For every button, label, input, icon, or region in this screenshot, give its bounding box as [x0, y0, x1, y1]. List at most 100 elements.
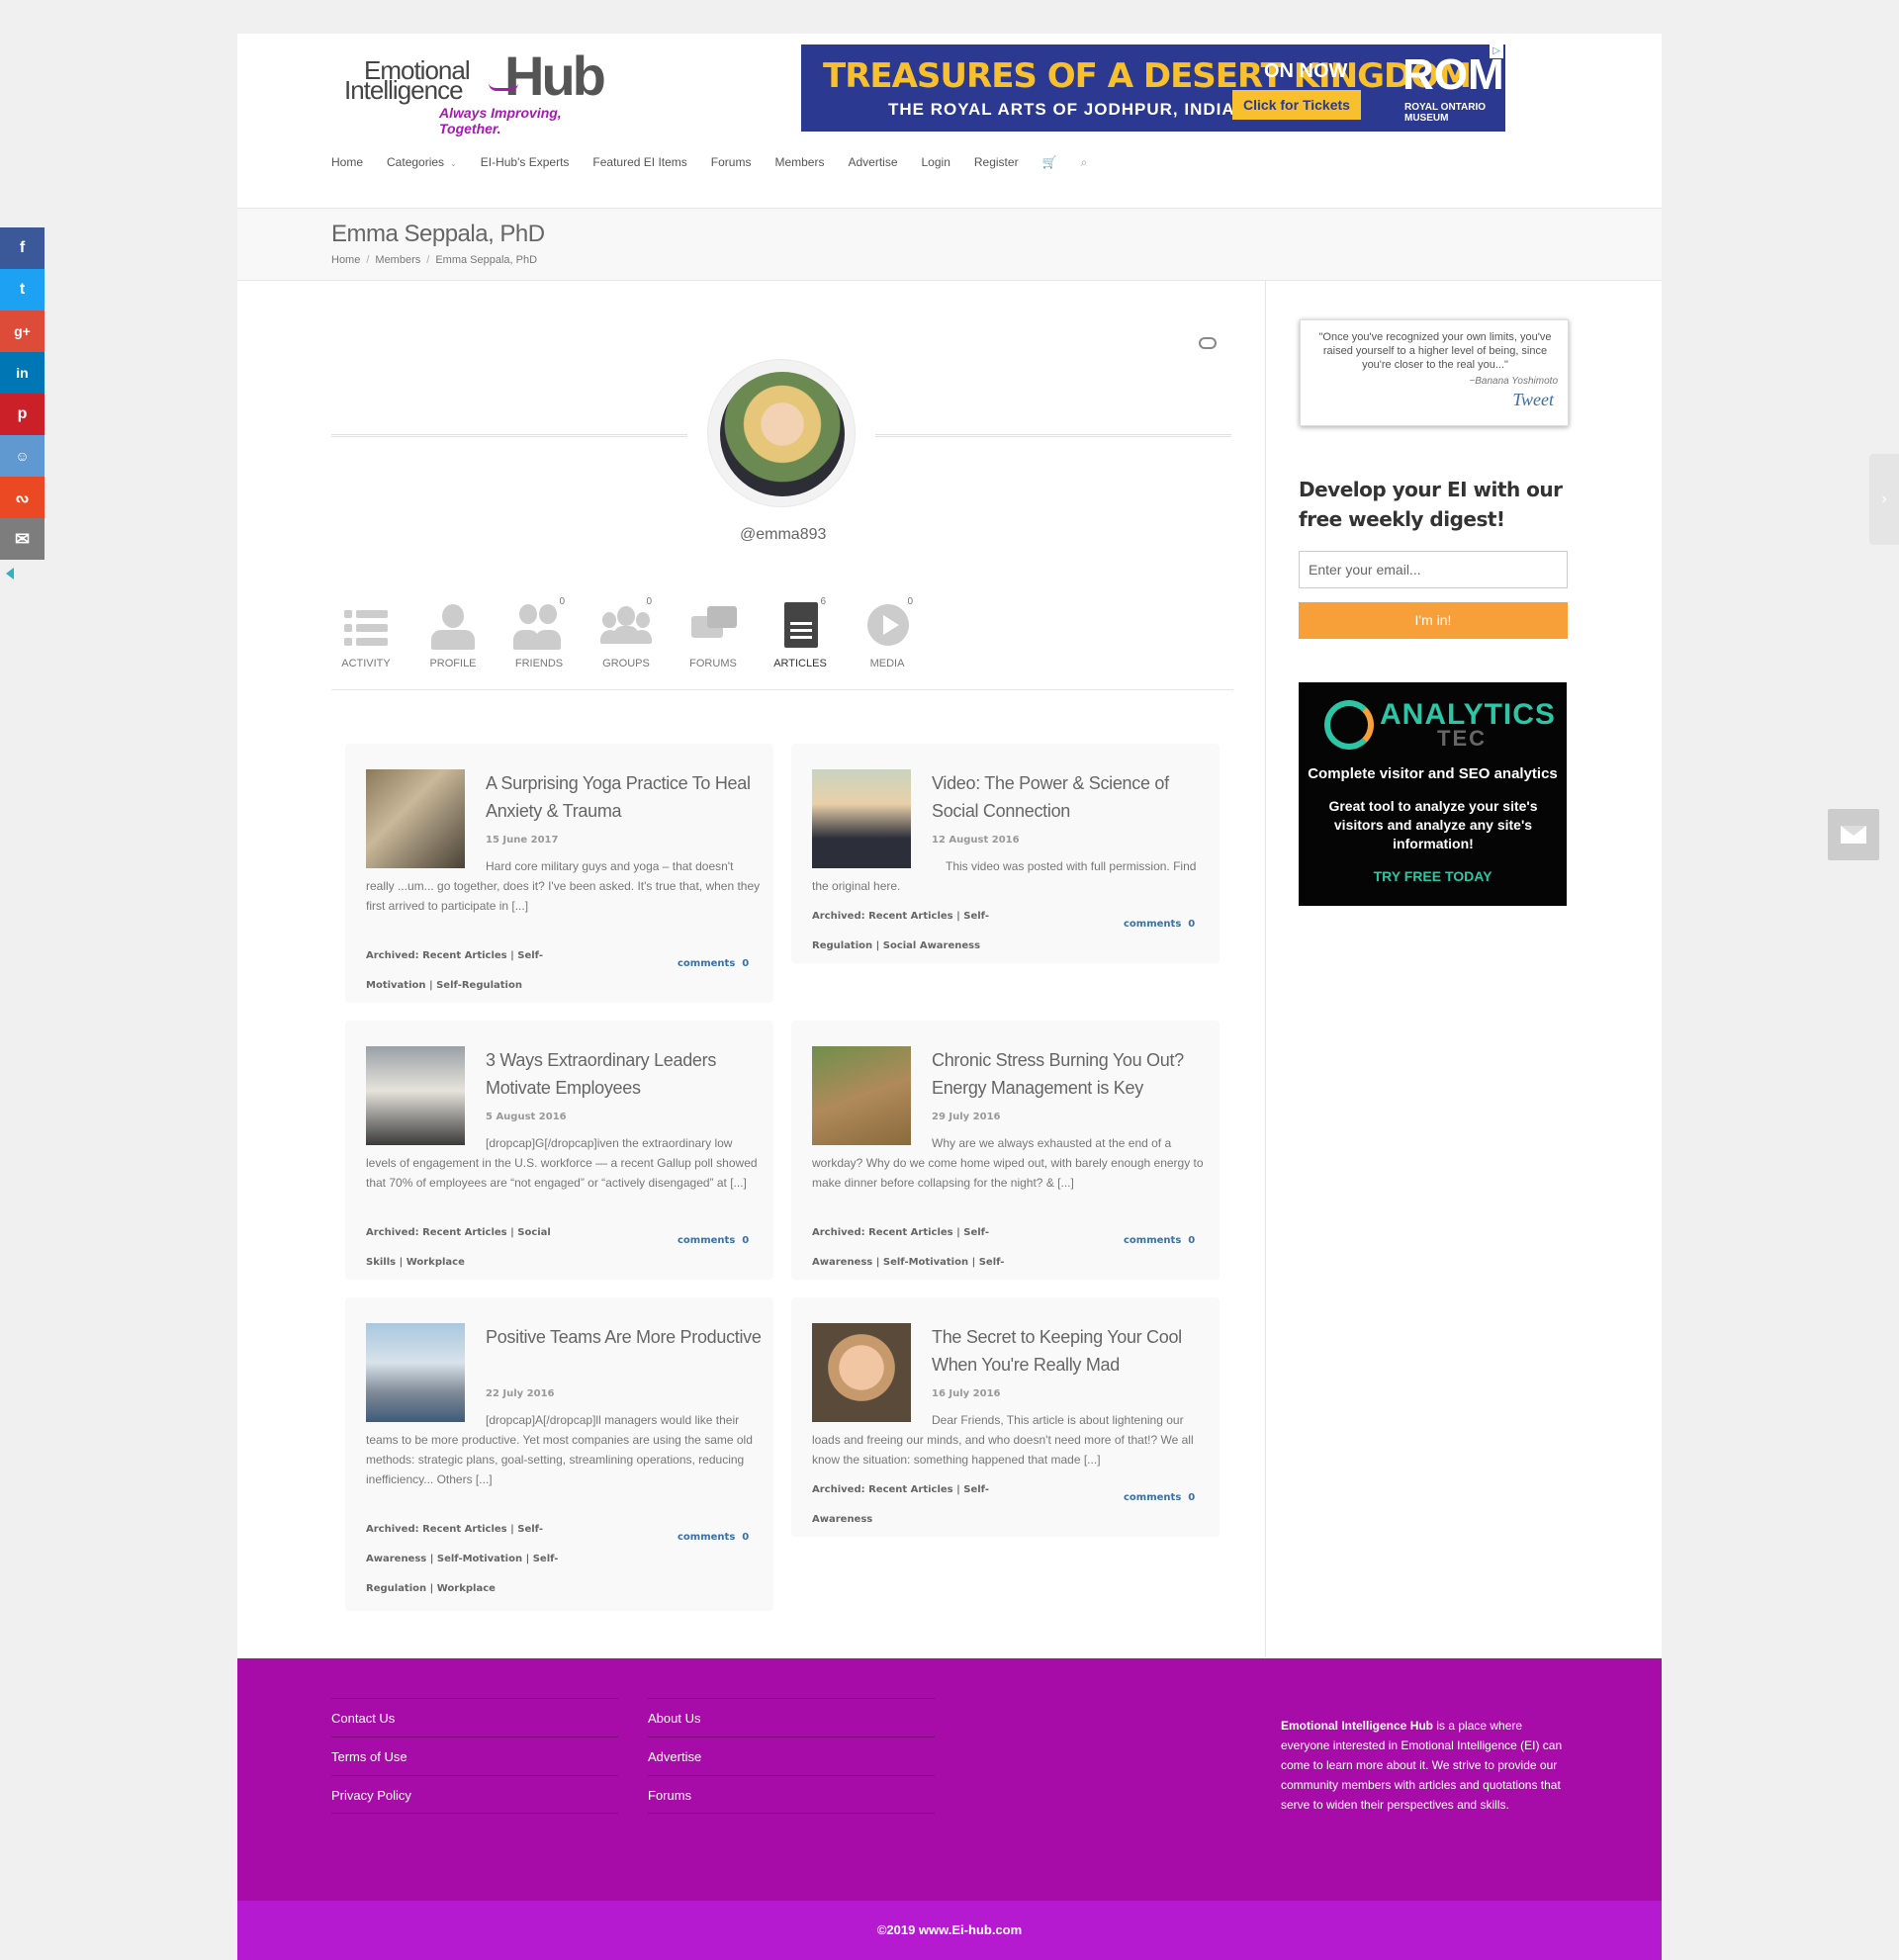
title-bar: Emma Seppala, PhD Home / Members / Emma Sepp… [237, 208, 1662, 281]
footer-link-terms[interactable]: Terms of Use [331, 1737, 618, 1775]
logo-line2: Intelligence [344, 75, 464, 105]
article-card[interactable]: A Surprising Yoga Practice To Heal Anxie… [345, 744, 773, 1003]
footer-link-privacy[interactable]: Privacy Policy [331, 1775, 618, 1814]
tweet-link[interactable]: Tweet [1512, 390, 1554, 410]
nav-experts[interactable]: EI-Hub's Experts [481, 155, 570, 170]
groups-count: 0 [646, 596, 652, 607]
article-excerpt: This video was posted with full permissi… [812, 859, 1197, 893]
toggle-icon[interactable] [1199, 337, 1217, 349]
article-comments[interactable]: comments 0 [1124, 1492, 1195, 1503]
article-categories[interactable]: Archived: Recent Articles | Self-Awarene… [366, 1515, 584, 1604]
tab-articles[interactable]: 6 ARTICLES [766, 596, 835, 669]
divider-left [331, 434, 687, 437]
article-title[interactable]: The Secret to Keeping Your Cool When You… [932, 1323, 1209, 1379]
article-title[interactable]: Positive Teams Are More Productive [486, 1323, 763, 1351]
article-thumbnail[interactable] [812, 1046, 911, 1145]
avatar [720, 372, 845, 496]
cart-icon[interactable]: 🛒 [1042, 155, 1057, 170]
article-categories[interactable]: Archived: Recent Articles | Self-Regulat… [812, 902, 1030, 961]
article-comments[interactable]: comments 0 [1124, 1235, 1195, 1246]
nav-login[interactable]: Login [922, 155, 950, 170]
google-plus-icon[interactable]: g+ [0, 311, 45, 352]
tab-forums[interactable]: FORUMS [678, 602, 748, 669]
article-card[interactable]: 3 Ways Extraordinary Leaders Motivate Em… [345, 1021, 773, 1280]
reddit-icon[interactable]: ☺ [0, 435, 45, 477]
tab-profile[interactable]: PROFILE [418, 602, 488, 669]
twitter-icon[interactable]: t [0, 269, 45, 311]
facebook-icon[interactable]: f [0, 227, 45, 269]
forum-bubbles-icon [687, 602, 739, 652]
article-card[interactable]: The Secret to Keeping Your Cool When You… [791, 1297, 1220, 1537]
logo-hub: Hub [504, 45, 606, 107]
contact-mail-button[interactable] [1828, 809, 1879, 860]
linkedin-icon[interactable]: in [0, 352, 45, 394]
article-title[interactable]: A Surprising Yoga Practice To Heal Anxie… [486, 769, 763, 825]
article-card[interactable]: Positive Teams Are More Productive 22 Ju… [345, 1297, 773, 1611]
footer-link-forums[interactable]: Forums [648, 1775, 935, 1814]
email-share-icon[interactable]: ✉ [0, 518, 45, 560]
article-comments[interactable]: comments 0 [678, 1532, 749, 1543]
footer-link-advertise[interactable]: Advertise [648, 1737, 935, 1775]
article-categories[interactable]: Archived: Recent Articles | Self-Awarene… [812, 1475, 1030, 1535]
article-title[interactable]: Video: The Power & Science of Social Con… [932, 769, 1209, 825]
article-thumbnail[interactable] [366, 769, 465, 868]
article-title[interactable]: Chronic Stress Burning You Out? Energy M… [932, 1046, 1209, 1102]
analytics-ad[interactable]: ANALYTICS TEC Complete visitor and SEO a… [1299, 682, 1567, 906]
tab-media[interactable]: 0 MEDIA [853, 596, 922, 669]
footer-about-name: Emotional Intelligence Hub [1281, 1719, 1434, 1733]
nav-register[interactable]: Register [974, 155, 1019, 170]
ad-tickets-button[interactable]: Click for Tickets [1232, 90, 1361, 120]
breadcrumb-home[interactable]: Home [331, 254, 360, 266]
nav-advertise[interactable]: Advertise [848, 155, 897, 170]
footer-link-contact[interactable]: Contact Us [331, 1698, 618, 1737]
collapse-arrow-icon[interactable] [6, 568, 14, 579]
breadcrumb-current[interactable]: Emma Seppala, PhD [435, 254, 537, 266]
pinterest-icon[interactable]: p [0, 394, 45, 435]
article-thumbnail[interactable] [812, 769, 911, 868]
article-categories[interactable]: Archived: Recent Articles | Social Skill… [366, 1218, 584, 1278]
friends-count: 0 [559, 596, 565, 607]
list-icon [340, 602, 392, 652]
breadcrumb-members[interactable]: Members [375, 254, 420, 266]
article-thumbnail[interactable] [812, 1323, 911, 1422]
nav-categories[interactable]: Categories ⌄ [387, 155, 457, 170]
article-card[interactable]: Video: The Power & Science of Social Con… [791, 744, 1220, 963]
footer-link-about[interactable]: About Us [648, 1698, 935, 1737]
stumbleupon-icon[interactable]: ᔓ [0, 477, 45, 518]
nav-forums[interactable]: Forums [711, 155, 752, 170]
ad2-line1: Complete visitor and SEO analytics [1308, 765, 1558, 782]
tab-friends[interactable]: 0 FRIENDS [504, 596, 574, 669]
search-icon[interactable]: ⌕ [1081, 155, 1088, 170]
site-logo[interactable]: Emotional Intelligence Hub Always Improv… [340, 44, 627, 136]
banner-ad[interactable]: TREASURES OF A DESERT KINGDOM THE ROYAL … [801, 45, 1505, 132]
page-title: Emma Seppala, PhD [331, 221, 545, 247]
tab-groups[interactable]: 0 GROUPS [591, 596, 661, 669]
ad-title: TREASURES OF A DESERT KINGDOM [823, 56, 1472, 96]
nav-home[interactable]: Home [331, 155, 363, 170]
copyright: ©2019 www.Ei-hub.com [237, 1901, 1662, 1960]
article-title[interactable]: 3 Ways Extraordinary Leaders Motivate Em… [486, 1046, 763, 1102]
article-thumbnail[interactable] [366, 1323, 465, 1422]
ad2-cta[interactable]: TRY FREE TODAY [1299, 868, 1567, 884]
tab-activity[interactable]: ACTIVITY [331, 602, 401, 669]
article-comments[interactable]: comments 0 [678, 1235, 749, 1246]
sidebar-divider [1265, 281, 1266, 1657]
article-card[interactable]: Chronic Stress Burning You Out? Energy M… [791, 1021, 1220, 1280]
article-comments[interactable]: comments 0 [1124, 919, 1195, 930]
nav-featured[interactable]: Featured EI Items [592, 155, 686, 170]
subscribe-button[interactable]: I'm in! [1299, 602, 1568, 639]
divider-right [875, 434, 1231, 437]
article-thumbnail[interactable] [366, 1046, 465, 1145]
media-count: 0 [907, 596, 913, 607]
article-categories[interactable]: Archived: Recent Articles | Self-Motivat… [366, 941, 584, 1001]
email-field[interactable] [1299, 551, 1568, 588]
nav-members[interactable]: Members [774, 155, 824, 170]
ad-brand-sub: ROYAL ONTARIO MUSEUM [1404, 102, 1487, 124]
ad-info-icon[interactable]: ▷ [1490, 45, 1503, 58]
article-comments[interactable]: comments 0 [678, 958, 749, 969]
article-excerpt: [dropcap]A[/dropcap]ll managers would li… [366, 1413, 753, 1486]
chevron-right-icon[interactable]: › [1869, 454, 1899, 545]
main-nav: Home Categories ⌄ EI-Hub's Experts Featur… [331, 155, 1111, 170]
analytics-logo-icon [1324, 700, 1374, 750]
article-categories[interactable]: Archived: Recent Articles | Self-Awarene… [812, 1218, 1030, 1278]
